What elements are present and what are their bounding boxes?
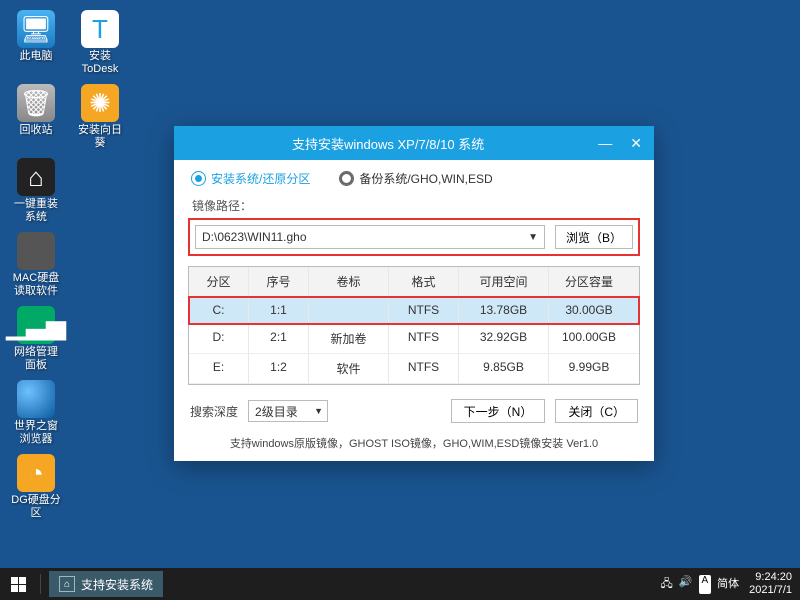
partition-row[interactable]: C:1:1 NTFS13.78GB30.00GB <box>189 297 639 324</box>
cell-free: 13.78GB <box>459 297 549 323</box>
radio-unchecked-icon <box>340 172 353 185</box>
cell-fmt: NTFS <box>389 324 459 353</box>
mode-install-radio[interactable]: 安装系统/还原分区 <box>192 170 310 187</box>
desktop-icon-this-pc[interactable]: 🖥 此电脑 <box>8 8 64 78</box>
desktop-icon-recycle[interactable]: 🗑 回收站 <box>8 82 64 152</box>
partition-table: 分区 序号 卷标 格式 可用空间 分区容量 C:1:1NTFS13.78GB30… <box>188 266 640 385</box>
col-volume: 卷标 <box>309 267 389 296</box>
macdisk-icon <box>17 232 55 270</box>
col-drive: 分区 <box>189 267 249 296</box>
mode-backup-label: 备份系统/GHO,WIN,ESD <box>359 170 492 187</box>
clock[interactable]: 9:24:20 2021/7/1 <box>749 571 792 597</box>
col-index: 序号 <box>249 267 309 296</box>
cell-fmt: NTFS <box>389 354 459 383</box>
browser-icon <box>17 380 55 418</box>
ime-text[interactable]: 简体 <box>717 575 739 594</box>
titlebar: 支持安装windows XP/7/8/10 系统 — ✕ <box>174 126 654 160</box>
col-total: 分区容量 <box>549 267 629 296</box>
cell-free: 9.85GB <box>459 354 549 383</box>
search-depth-label: 搜索深度 <box>190 403 238 420</box>
taskbar-separator <box>40 574 41 594</box>
desktop-icon-label: 此电脑 <box>20 50 53 63</box>
window-title: 支持安装windows XP/7/8/10 系统 <box>182 134 594 153</box>
search-depth-dropdown[interactable]: 2级目录 ▼ <box>248 400 328 422</box>
volume-icon[interactable]: 🔊 <box>679 575 693 594</box>
search-depth-value: 2级目录 <box>255 403 298 420</box>
this-pc-icon: 🖥 <box>17 10 55 48</box>
cell-total: 30.00GB <box>549 297 629 323</box>
clock-date: 2021/7/1 <box>749 584 792 597</box>
mode-row: 安装系统/还原分区 备份系统/GHO,WIN,ESD <box>174 160 654 195</box>
network-icon[interactable]: 🖧 <box>661 575 673 594</box>
path-row-highlight: D:\0623\WIN11.gho ▼ 浏览（B） <box>188 218 640 256</box>
task-icon: ⌂ <box>59 576 75 592</box>
cell-drive: C: <box>189 297 249 323</box>
mode-backup-radio[interactable]: 备份系统/GHO,WIN,ESD <box>340 170 492 187</box>
cell-fmt: NTFS <box>389 297 459 323</box>
tray-icons: 🖧 🔊 A 简体 <box>661 575 740 594</box>
cell-free: 32.92GB <box>459 324 549 353</box>
mode-install-label: 安装系统/还原分区 <box>211 170 310 187</box>
image-path-dropdown[interactable]: D:\0623\WIN11.gho ▼ <box>195 225 545 249</box>
col-format: 格式 <box>389 267 459 296</box>
installer-window: 支持安装windows XP/7/8/10 系统 — ✕ 安装系统/还原分区 备… <box>174 126 654 461</box>
desktop-icon-label: DG硬盘分区 <box>10 494 62 520</box>
sunflower-icon: ✺ <box>81 84 119 122</box>
reinstall-icon: ⌂ <box>17 158 55 196</box>
desktop-icon-netpanel[interactable]: ▁▃▅网络管理面板 <box>8 304 64 374</box>
todesk-icon: T <box>81 10 119 48</box>
partition-row[interactable]: E:1:2软件NTFS9.85GB9.99GB <box>189 354 639 384</box>
desktop-icon-label: 安装向日葵 <box>74 124 126 150</box>
cell-vol: 新加卷 <box>309 324 389 353</box>
windows-logo-icon <box>11 577 26 592</box>
next-button[interactable]: 下一步（N） <box>451 399 546 423</box>
taskbar: ⌂ 支持安装系统 🖧 🔊 A 简体 9:24:20 2021/7/1 <box>0 568 800 600</box>
chevron-down-icon: ▼ <box>314 406 323 416</box>
desktop-icon-reinstall[interactable]: ⌂一键重装系统 <box>8 156 64 226</box>
desktop-icon-label: 一键重装系统 <box>10 198 62 224</box>
task-label: 支持安装系统 <box>81 576 153 593</box>
cell-idx: 1:1 <box>249 297 309 323</box>
support-text: 支持windows原版镜像，GHOST ISO镜像，GHO,WIM,ESD镜像安… <box>174 431 654 461</box>
path-label: 镜像路径： <box>174 195 654 218</box>
cell-total: 100.00GB <box>549 324 629 353</box>
radio-checked-icon <box>192 172 205 185</box>
desktop-icon-label: MAC硬盘读取软件 <box>10 272 62 298</box>
close-window-button[interactable]: 关闭（C） <box>555 399 638 423</box>
desktop-icon-sunflower[interactable]: ✺安装向日葵 <box>72 82 128 152</box>
cell-vol: 软件 <box>309 354 389 383</box>
partition-row[interactable]: D:2:1新加卷NTFS32.92GB100.00GB <box>189 324 639 354</box>
desktop-icon-browser[interactable]: 世界之窗浏览器 <box>8 378 64 448</box>
close-button[interactable]: ✕ <box>626 135 646 152</box>
cell-drive: D: <box>189 324 249 353</box>
desktop-icon-label: 回收站 <box>20 124 53 137</box>
clock-time: 9:24:20 <box>749 571 792 584</box>
desktop-icon-label: 世界之窗浏览器 <box>10 420 62 446</box>
minimize-button[interactable]: — <box>594 135 616 152</box>
chevron-down-icon: ▼ <box>528 232 538 243</box>
cell-vol <box>309 297 389 323</box>
desktop-icon-label: 安装ToDesk <box>74 50 126 76</box>
start-button[interactable] <box>0 568 36 600</box>
netpanel-icon: ▁▃▅ <box>17 306 55 344</box>
taskbar-task-installer[interactable]: ⌂ 支持安装系统 <box>49 571 163 597</box>
desktop-icon-dg[interactable]: ◔DG硬盘分区 <box>8 452 64 522</box>
cell-drive: E: <box>189 354 249 383</box>
ime-indicator[interactable]: A <box>699 575 712 594</box>
dg-icon: ◔ <box>17 454 55 492</box>
desktop-icon-todesk[interactable]: T安装ToDesk <box>72 8 128 78</box>
desktop-icon-label: 网络管理面板 <box>10 346 62 372</box>
partition-table-header: 分区 序号 卷标 格式 可用空间 分区容量 <box>189 267 639 297</box>
recycle-icon: 🗑 <box>17 84 55 122</box>
desktop-icon-macdisk[interactable]: MAC硬盘读取软件 <box>8 230 64 300</box>
system-tray: 🖧 🔊 A 简体 9:24:20 2021/7/1 <box>661 571 800 597</box>
cell-total: 9.99GB <box>549 354 629 383</box>
cell-idx: 2:1 <box>249 324 309 353</box>
browse-button[interactable]: 浏览（B） <box>555 225 633 249</box>
desktop-icons: 🖥此电脑T安装ToDesk🗑回收站✺安装向日葵⌂一键重装系统MAC硬盘读取软件▁… <box>8 8 128 522</box>
col-free: 可用空间 <box>459 267 549 296</box>
cell-idx: 1:2 <box>249 354 309 383</box>
image-path-value: D:\0623\WIN11.gho <box>202 230 307 244</box>
footer-row: 搜索深度 2级目录 ▼ 下一步（N） 关闭（C） <box>174 385 654 431</box>
